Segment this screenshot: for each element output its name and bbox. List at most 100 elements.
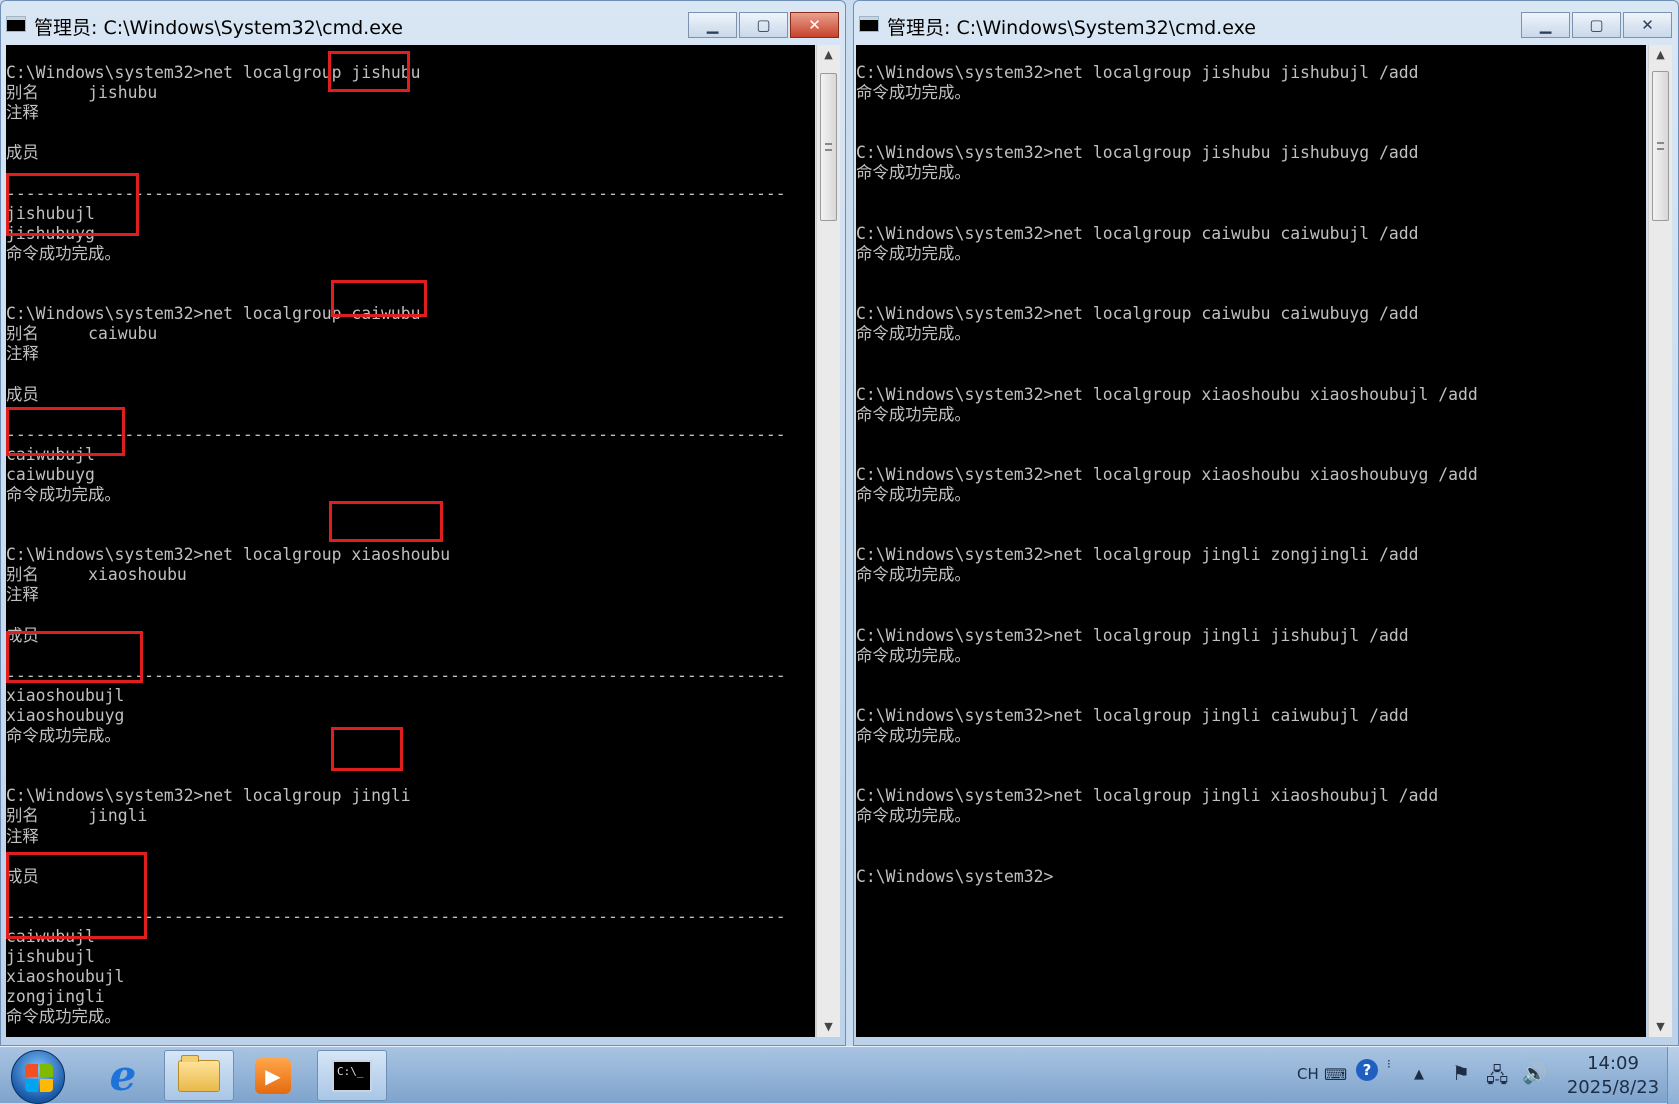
window-title: 管理员: C:\Windows\System32\cmd.exe	[34, 17, 403, 39]
scroll-up-arrow-icon[interactable]: ▲	[817, 45, 840, 65]
clock-date[interactable]: 2025/8/23	[1558, 1077, 1668, 1098]
taskbar-cmd[interactable]: C:\_	[317, 1050, 387, 1101]
console-line: jishubujl	[6, 947, 95, 967]
cmd-app-icon	[859, 16, 879, 32]
console-line: 命令成功完成。	[856, 806, 971, 826]
console-line: 命令成功完成。	[6, 1007, 121, 1027]
console-line: C:\Windows\system32>	[856, 866, 1054, 886]
window-title: 管理员: C:\Windows\System32\cmd.exe	[887, 17, 1256, 39]
console-line: 别名 caiwubu	[6, 324, 158, 344]
console-line: 命令成功完成。	[856, 324, 971, 344]
console-line: C:\Windows\system32>net localgroup caiwu…	[856, 223, 1419, 243]
close-button[interactable]: ✕	[1623, 12, 1672, 38]
volume-icon[interactable]: 🔊	[1522, 1061, 1547, 1085]
cmd-app-icon	[6, 16, 26, 32]
internet-explorer-icon: e	[109, 1051, 137, 1100]
console-line: xiaoshoubujl	[6, 685, 125, 705]
language-indicator[interactable]: CH	[1297, 1065, 1319, 1083]
media-player-icon: ▶	[255, 1057, 291, 1094]
folder-icon	[178, 1054, 220, 1092]
highlight-box	[6, 173, 139, 236]
highlight-box	[6, 407, 125, 456]
cmd-window-right[interactable]: 管理员: C:\Windows\System32\cmd.exe ▁ ▢ ✕ C…	[853, 0, 1679, 1046]
command-prompt-icon: C:\_	[332, 1059, 372, 1092]
console-line: 成员	[6, 143, 39, 163]
console-line: 命令成功完成。	[856, 163, 971, 183]
scroll-thumb[interactable]	[820, 73, 837, 221]
title-bar[interactable]: 管理员: C:\Windows\System32\cmd.exe ▁ ▢ ✕	[1, 1, 845, 43]
console-output[interactable]: C:\Windows\system32>net localgroup jishu…	[856, 45, 1646, 1037]
console-line: 注释	[6, 344, 39, 364]
highlight-box	[329, 501, 443, 542]
taskbar: e ▶ C:\_ CH ⌨ ? ⁝ ▲ ⚑ 🖧 🔊 14:09 2025/8/2…	[0, 1046, 1679, 1104]
show-hidden-icons-icon[interactable]: ▲	[1414, 1067, 1424, 1082]
console-line: C:\Windows\system32>net localgroup jishu…	[856, 143, 1419, 163]
taskbar-file-explorer[interactable]	[164, 1050, 234, 1101]
network-icon[interactable]: 🖧	[1486, 1061, 1508, 1095]
console-line: C:\Windows\system32>net localgroup jingl…	[856, 706, 1409, 725]
start-button[interactable]	[11, 1050, 65, 1104]
keyboard-icon[interactable]: ⌨	[1324, 1065, 1347, 1084]
console-output[interactable]: C:\Windows\system32>net localgroup jishu…	[6, 45, 815, 1037]
console-line: 注释	[6, 826, 39, 846]
scroll-down-arrow-icon[interactable]: ▼	[817, 1017, 840, 1037]
help-icon[interactable]: ?	[1356, 1059, 1378, 1081]
scroll-down-arrow-icon[interactable]: ▼	[1649, 1017, 1672, 1037]
ime-options-icon[interactable]: ⁝	[1387, 1057, 1391, 1071]
console-line: zongjingli	[6, 987, 105, 1007]
console-line: 别名 jingli	[6, 806, 148, 826]
console-line: C:\Windows\system32>net localgroup xiaos…	[856, 384, 1478, 404]
clock-time[interactable]: 14:09	[1558, 1053, 1668, 1074]
console-line: C:\Windows\system32>net localgroup jishu…	[856, 63, 1419, 82]
vertical-scrollbar[interactable]: ▲ ▼	[1648, 45, 1672, 1037]
minimize-button[interactable]: ▁	[1521, 12, 1570, 38]
maximize-button[interactable]: ▢	[739, 12, 788, 38]
maximize-button[interactable]: ▢	[1572, 12, 1621, 38]
console-line: xiaoshoubujl	[6, 967, 125, 987]
highlight-box	[331, 727, 403, 771]
console-line: 注释	[6, 585, 39, 605]
taskbar-internet-explorer[interactable]: e	[88, 1050, 158, 1101]
console-line: caiwubuyg	[6, 464, 95, 484]
console-line: 命令成功完成。	[856, 565, 971, 585]
scroll-up-arrow-icon[interactable]: ▲	[1649, 45, 1672, 65]
console-line: 命令成功完成。	[856, 484, 971, 504]
console-line: C:\Windows\system32>net localgroup jingl…	[856, 625, 1409, 645]
vertical-scrollbar[interactable]: ▲ ▼	[816, 45, 840, 1037]
console-line: 成员	[6, 384, 39, 404]
scroll-thumb[interactable]	[1652, 71, 1669, 221]
console-line: C:\Windows\system32>net localgroup caiwu…	[856, 304, 1419, 324]
show-desktop-button[interactable]	[1667, 1047, 1679, 1104]
console-line: xiaoshoubuyg	[6, 706, 125, 725]
console-line: 别名 xiaoshoubu	[6, 565, 187, 585]
console-line: 命令成功完成。	[6, 243, 121, 263]
taskbar-media-player[interactable]: ▶	[238, 1050, 308, 1101]
close-button[interactable]: ✕	[790, 12, 839, 38]
console-line: 注释	[6, 103, 39, 123]
console-line: 命令成功完成。	[856, 243, 971, 263]
cmd-window-left[interactable]: 管理员: C:\Windows\System32\cmd.exe ▁ ▢ ✕ C…	[0, 0, 846, 1046]
action-center-flag-icon[interactable]: ⚑	[1452, 1061, 1470, 1085]
highlight-box	[6, 852, 147, 939]
minimize-button[interactable]: ▁	[688, 12, 737, 38]
title-bar[interactable]: 管理员: C:\Windows\System32\cmd.exe ▁ ▢ ✕	[854, 1, 1678, 43]
console-line: C:\Windows\system32>net localgroup xiaos…	[856, 464, 1478, 484]
